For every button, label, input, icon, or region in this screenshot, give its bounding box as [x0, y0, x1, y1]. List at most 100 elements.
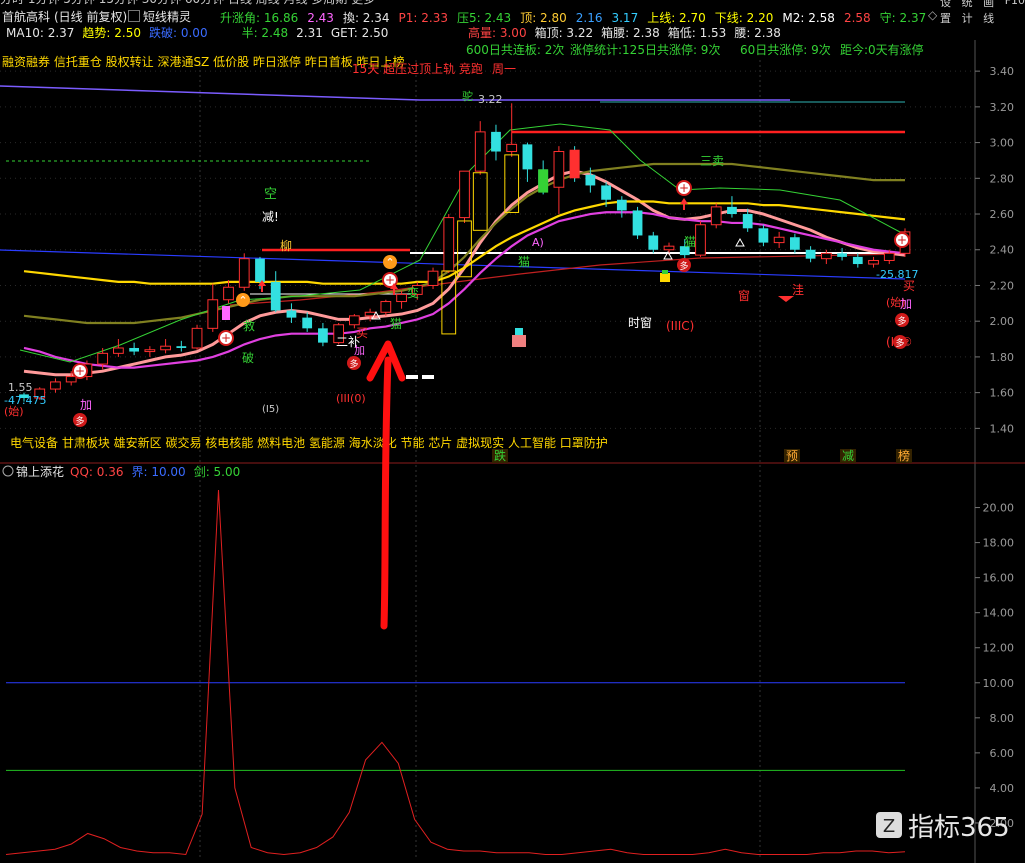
main-tick-label-5: 2.40 — [990, 244, 1015, 257]
candle-body-34 — [553, 151, 565, 188]
candle-body-27 — [443, 217, 455, 272]
main-tick-label-10: 1.40 — [990, 422, 1015, 435]
orange-badge-text-0: ⌃ — [238, 294, 247, 307]
candle-body-13 — [223, 286, 234, 301]
plus-circle-text-4: + — [897, 233, 907, 247]
candle-body-2 — [50, 381, 61, 390]
candle-body-10 — [176, 346, 187, 348]
header-field-11: 2.58 — [844, 11, 871, 25]
candle-body-47 — [758, 228, 769, 243]
white-dash-2 — [422, 375, 434, 379]
header-field-12: 守: 2.37 — [880, 11, 927, 25]
alert-text: 15天 超压过顶上轨 竞跑 — [352, 61, 483, 76]
sub-tick-label-5: 10.00 — [983, 677, 1015, 690]
sub-field-1: 界: 10.00 — [131, 465, 185, 479]
header-field-1: 2.43 — [307, 11, 334, 25]
sub-field-2: 剑: 5.00 — [194, 464, 241, 479]
candle-body-36 — [585, 174, 596, 186]
sub-pane-icon — [2, 465, 14, 477]
header-field2-5: GET: 2.50 — [331, 26, 388, 40]
plus-circle-text-1: + — [221, 331, 231, 345]
rally-highlight-2 — [472, 172, 488, 231]
candle-body-32 — [522, 144, 533, 170]
header-field-0: 升涨角: 16.86 — [220, 10, 298, 25]
candle-body-40 — [648, 235, 659, 250]
candle-body-43 — [695, 224, 706, 256]
main-tick-label-1: 3.20 — [990, 101, 1015, 114]
candle-body-21 — [348, 315, 360, 326]
candle-body-18 — [302, 317, 313, 329]
mao-label-2: 猫 — [518, 255, 530, 269]
i5-label: (I5) — [262, 404, 279, 415]
sub-tick-label-4: 12.00 — [983, 642, 1015, 655]
jia-label-right: 加 — [900, 297, 912, 311]
watermark-logo-glyph: Z — [883, 816, 895, 837]
concepts-line: 融资融券 信托重仓 股权转让 深港通SZ 低价股 昨日涨停 昨日首板 昨日上榜 — [2, 54, 405, 69]
sub-tick-label-2: 16.00 — [983, 572, 1015, 585]
duo-badge-text-3: 多 — [897, 315, 906, 327]
mai-label-right: 买 — [903, 279, 915, 293]
sub-tick-label-1: 18.00 — [983, 537, 1015, 550]
candle-body-5 — [97, 352, 109, 365]
main-tick-label-4: 2.60 — [990, 208, 1015, 221]
po-label: 破 — [242, 350, 254, 365]
candle-body-26 — [427, 270, 439, 286]
header-field-6: 2.16 — [576, 11, 603, 25]
watermark-text: 指标365 — [908, 813, 1010, 843]
duo-badge-text-1: 多 — [349, 358, 358, 370]
green-square — [662, 270, 668, 274]
header-field2-0: MA10: 2.37 — [6, 26, 74, 40]
candle-body-51 — [820, 252, 832, 260]
mao-label-3: 猫 — [684, 235, 696, 249]
stat-3: 距今:0天有涨停 — [840, 42, 924, 57]
iii0-label: (III(0) — [336, 392, 366, 405]
stat-0: 600日共连板: 2次 — [466, 42, 564, 57]
candle-body-38 — [616, 199, 627, 211]
jia-label-mid: 加 — [354, 344, 365, 357]
green-candle-highlight — [538, 169, 549, 193]
main-tick-label-6: 2.20 — [990, 279, 1015, 292]
plus-circle-text-0: + — [75, 364, 85, 378]
header-field-10: M2: 2.58 — [782, 11, 835, 25]
header-field-5: 顶: 2.80 — [520, 11, 567, 25]
candle-body-45 — [727, 206, 737, 215]
qq-line — [5, 490, 906, 856]
main-tick-label-3: 2.80 — [990, 172, 1015, 185]
mao-label-1: 猫 — [390, 317, 402, 331]
red-candle-highlight — [569, 149, 580, 179]
green-thin-line — [19, 123, 901, 363]
candle-body-22 — [364, 311, 376, 317]
alert-text-2: 周一 — [492, 62, 516, 76]
duo-badge-text-2: 多 — [679, 260, 688, 272]
header-field2-6: 高量: 3.00 — [468, 25, 527, 40]
candle-body-9 — [160, 345, 171, 351]
sub-tick-label-6: 8.00 — [990, 712, 1015, 725]
iiic-label: (IIIC) — [666, 319, 694, 333]
candle-body-44 — [710, 206, 722, 226]
candle-body-39 — [632, 210, 643, 236]
candle-body-48 — [773, 236, 785, 244]
a-mark-label: A) — [532, 236, 544, 249]
sub-tick-label-8: 4.00 — [990, 782, 1015, 795]
mai-label: 买 — [356, 326, 368, 340]
sub-tick-label-7: 6.00 — [990, 747, 1015, 760]
header-field-7: 3.17 — [611, 11, 638, 25]
candle-body-23 — [380, 301, 392, 313]
main-tick-label-2: 3.00 — [990, 137, 1015, 150]
orange-badge-text-1: ⌃ — [385, 256, 394, 269]
series-line-守 — [23, 211, 906, 369]
candle-body-52 — [837, 253, 847, 257]
header-field2-4: 2.31 — [296, 26, 323, 40]
concepts-line-2: 电气设备 甘肃板块 雄安新区 碳交易 核电核能 燃料电池 氢能源 海水淡化 节能… — [10, 435, 608, 450]
candle-body-7 — [129, 347, 140, 352]
bottom-marker-1: 预 — [786, 449, 798, 463]
sub-field-0: QQ: 0.36 — [70, 465, 123, 479]
candle-body-6 — [113, 347, 124, 354]
sanmai-label: 三卖 — [700, 154, 724, 168]
yellow-square — [660, 273, 670, 282]
pink-square — [512, 335, 526, 347]
wa-label: 洼 — [792, 283, 804, 297]
candle-body-30 — [491, 131, 501, 152]
white-triangle-2 — [735, 237, 745, 247]
plus-circle-text-3: + — [679, 181, 689, 195]
